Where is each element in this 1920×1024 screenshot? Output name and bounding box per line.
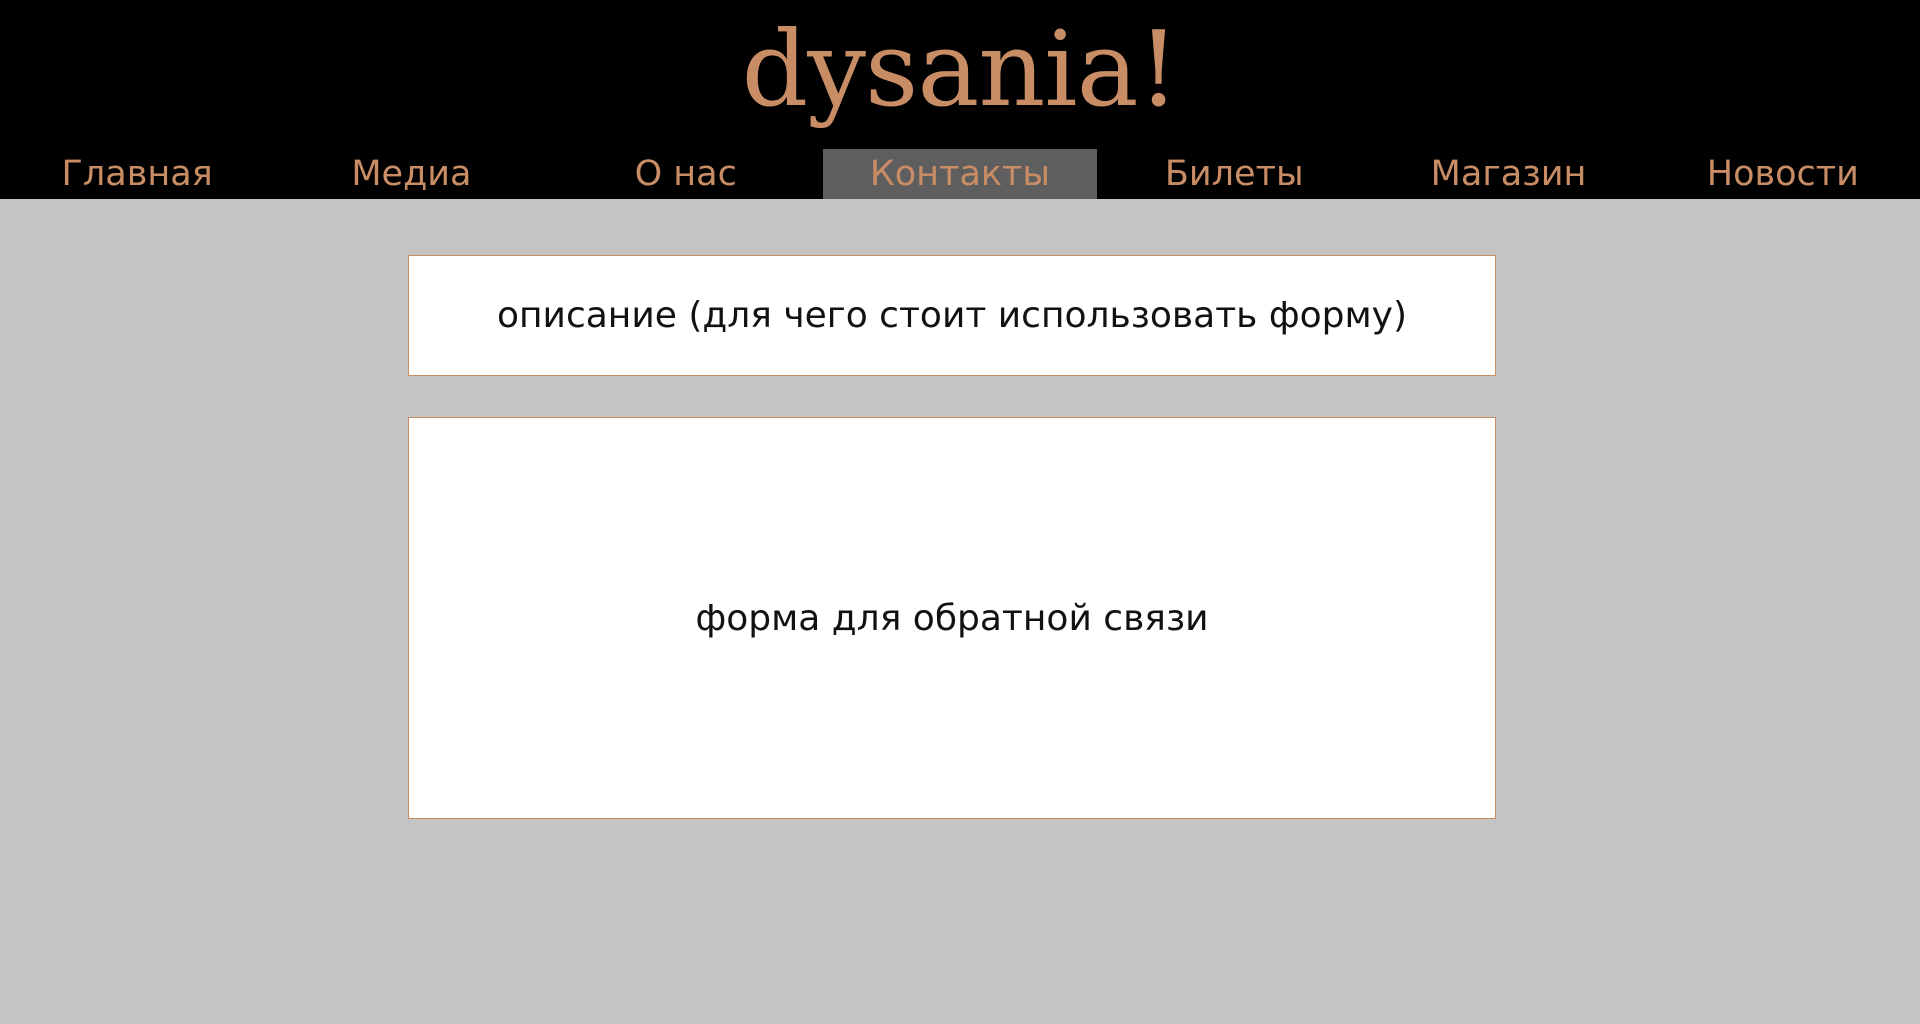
nav-item-contacts[interactable]: Контакты: [822, 149, 1098, 199]
nav-item-news[interactable]: Новости: [1646, 149, 1920, 199]
feedback-form-panel[interactable]: форма для обратной связи: [408, 417, 1496, 819]
nav-item-shop[interactable]: Магазин: [1371, 149, 1645, 199]
nav-item-home[interactable]: Главная: [0, 149, 274, 199]
site-header: dysania! Главная Медиа О нас Контакты Би…: [0, 0, 1920, 199]
form-description-text: описание (для чего стоит использовать фо…: [496, 295, 1407, 336]
nav-item-tickets[interactable]: Билеты: [1097, 149, 1371, 199]
feedback-form-placeholder-text: форма для обратной связи: [695, 597, 1209, 639]
main-navigation: Главная Медиа О нас Контакты Билеты Мага…: [0, 149, 1920, 199]
site-logo[interactable]: dysania!: [0, 4, 1920, 134]
nav-item-about[interactable]: О нас: [549, 149, 823, 199]
form-description-panel: описание (для чего стоит использовать фо…: [408, 255, 1496, 376]
nav-item-media[interactable]: Медиа: [274, 149, 548, 199]
